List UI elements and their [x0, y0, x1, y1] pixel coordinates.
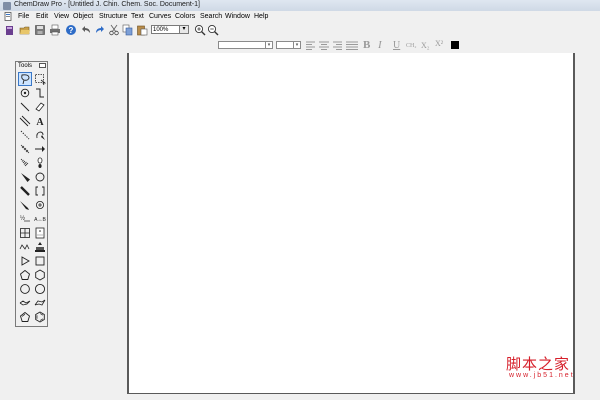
title-bar: ChemDraw Pro - [Untitled J. Chin. Chem. …	[0, 0, 600, 11]
cyclopentadiene-icon[interactable]	[19, 311, 31, 323]
menu-object[interactable]: Object	[73, 12, 93, 22]
zoom-select[interactable]: 100% ▾	[151, 25, 189, 34]
watermark-url: www.jb51.net	[509, 372, 575, 379]
font-select[interactable]: ▾	[218, 41, 273, 49]
square-ring-icon[interactable]	[34, 255, 46, 267]
bold-button[interactable]: B	[363, 40, 370, 51]
marquee-icon[interactable]	[34, 73, 46, 85]
chevron-down-icon[interactable]: ▾	[179, 26, 188, 33]
pentagon-ring-icon[interactable]	[19, 269, 31, 281]
tlc-plate-icon[interactable]	[34, 227, 46, 239]
standard-toolbar: ? 100% ▾	[0, 23, 600, 38]
menu-edit[interactable]: Edit	[36, 12, 48, 22]
help-icon[interactable]: ?	[65, 24, 77, 36]
ellipse-icon[interactable]	[34, 171, 46, 183]
svg-text:A↔B: A↔B	[34, 217, 46, 223]
text-tool-icon[interactable]: A	[34, 115, 46, 127]
tools-palette-title: Tools	[18, 63, 33, 69]
cyclohexane-chair-1-icon[interactable]	[19, 297, 31, 309]
zoom-out-icon[interactable]	[207, 24, 219, 36]
triangle-ring-icon[interactable]	[19, 255, 31, 267]
print-icon[interactable]	[49, 24, 61, 36]
solid-bond-icon[interactable]	[19, 101, 31, 113]
document-canvas[interactable]	[127, 53, 575, 394]
reaction-atom-map-icon[interactable]: A↔B	[34, 213, 46, 225]
paste-icon[interactable]	[136, 24, 148, 36]
menu-search[interactable]: Search	[200, 12, 222, 22]
svg-text:?: ?	[69, 26, 74, 35]
hexagon-ring-icon[interactable]	[34, 269, 46, 281]
menu-view[interactable]: View	[54, 12, 69, 22]
cut-icon[interactable]	[108, 24, 120, 36]
align-right-icon[interactable]	[332, 41, 342, 50]
superscript-button[interactable]: X²	[435, 39, 443, 48]
hashed-bond-icon[interactable]	[19, 143, 31, 155]
new-doc-icon[interactable]	[4, 24, 16, 36]
charge-icon[interactable]	[34, 199, 46, 211]
bracket-icon[interactable]	[34, 185, 46, 197]
table-icon[interactable]	[19, 227, 31, 239]
palette-close-icon[interactable]	[39, 63, 46, 68]
watermark-text: 脚本之家	[506, 355, 571, 373]
menu-file[interactable]: File	[18, 12, 29, 22]
underline-button[interactable]: U	[393, 40, 400, 51]
tools-palette-header[interactable]: Tools	[16, 62, 47, 71]
orbital-icon[interactable]	[34, 157, 46, 169]
hashed-wedge-icon[interactable]	[19, 157, 31, 169]
arrow-tool-icon[interactable]	[34, 143, 46, 155]
align-left-icon[interactable]	[306, 41, 316, 50]
open-folder-icon[interactable]	[19, 24, 31, 36]
tools-palette: Tools A ½ A↔B	[15, 61, 48, 327]
lasso-icon[interactable]	[18, 72, 32, 86]
menu-help[interactable]: Help	[254, 12, 268, 22]
redo-icon[interactable]	[94, 24, 106, 36]
align-center-icon[interactable]	[319, 41, 329, 50]
save-icon[interactable]	[34, 24, 46, 36]
formula-button[interactable]: CH₂	[406, 42, 416, 50]
svg-text:A: A	[36, 117, 44, 127]
menu-structure[interactable]: Structure	[99, 12, 127, 22]
template-icon[interactable]	[34, 241, 46, 253]
heptagon-ring-icon[interactable]	[19, 283, 31, 295]
mass-fragmentation-icon[interactable]: ½	[19, 213, 31, 225]
menu-colors[interactable]: Colors	[175, 12, 195, 22]
chain-icon[interactable]	[34, 87, 46, 99]
double-bond-icon[interactable]	[19, 115, 31, 127]
subscript-button[interactable]: X₂	[421, 41, 430, 50]
menu-curves[interactable]: Curves	[149, 12, 171, 22]
cyclohexane-chair-2-icon[interactable]	[34, 297, 46, 309]
chevron-down-icon[interactable]: ▾	[293, 42, 300, 48]
italic-button[interactable]: I	[378, 40, 382, 51]
freeform-chain-icon[interactable]	[19, 241, 31, 253]
copy-icon[interactable]	[122, 24, 134, 36]
rotate-icon[interactable]	[19, 87, 31, 99]
menu-text[interactable]: Text	[131, 12, 144, 22]
eraser-icon[interactable]	[34, 101, 46, 113]
pen-icon[interactable]	[34, 129, 46, 141]
wedge-bond-icon[interactable]	[19, 171, 31, 183]
bold-wedge-icon[interactable]	[19, 199, 31, 211]
dashed-bond-icon[interactable]	[19, 129, 31, 141]
chevron-down-icon[interactable]: ▾	[265, 42, 272, 48]
benzene-ring-icon[interactable]	[34, 311, 46, 323]
font-size-select[interactable]: ▾	[276, 41, 301, 49]
bold-bond-icon[interactable]	[19, 185, 31, 197]
menu-bar: File Edit View Object Structure Text Cur…	[0, 11, 600, 23]
window-title: ChemDraw Pro - [Untitled J. Chin. Chem. …	[14, 1, 200, 8]
text-color-swatch[interactable]	[451, 41, 459, 49]
justify-icon[interactable]	[346, 41, 358, 50]
zoom-in-icon[interactable]	[194, 24, 206, 36]
octagon-ring-icon[interactable]	[34, 283, 46, 295]
document-icon[interactable]	[4, 12, 13, 21]
menu-window[interactable]: Window	[225, 12, 250, 22]
format-toolbar: ▾ ▾ B I U CH₂ X₂ X²	[0, 38, 600, 53]
undo-icon[interactable]	[80, 24, 92, 36]
zoom-value: 100%	[153, 27, 169, 33]
app-icon	[3, 2, 11, 10]
